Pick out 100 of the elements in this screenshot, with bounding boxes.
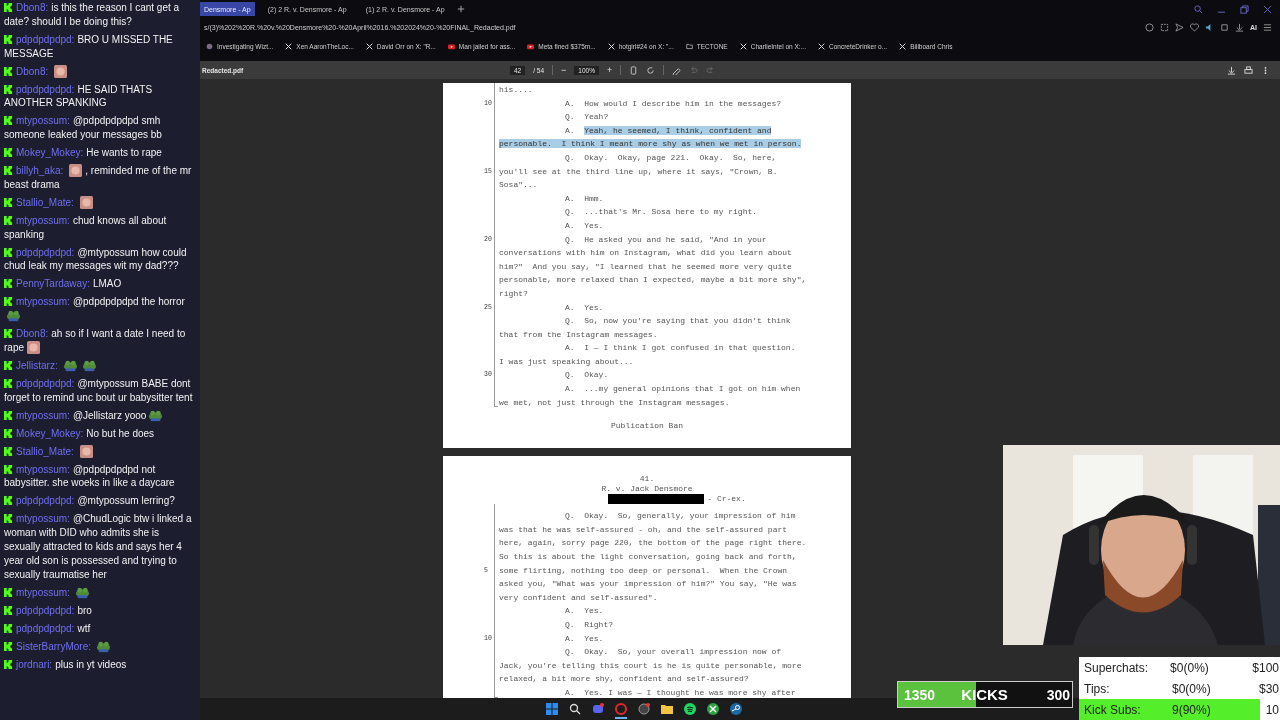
transcript-line: you'll see at the third line up, where it says, "Crown, B. xyxy=(499,166,778,176)
transcript-line: Okay. So, your overall impression now of xyxy=(584,647,782,657)
chat-message: Stallio_Mate: xyxy=(4,445,96,457)
steam-icon[interactable] xyxy=(730,703,742,715)
badge-icon xyxy=(4,279,13,289)
chat-message: Mokey_Mokey: He wants to rape xyxy=(4,147,162,159)
zoom-in-button[interactable]: + xyxy=(606,65,613,75)
heart-icon[interactable] xyxy=(1190,22,1199,32)
chat-message: pdpdpdpdpd: @mtypossum BABE dont forget to remind unc bout ur babysitter tent xyxy=(4,377,193,403)
emote-icon xyxy=(53,64,69,78)
badge-icon xyxy=(4,623,13,633)
chat-message: Stallio_Mate: xyxy=(4,196,96,208)
kicks-count: 1350 xyxy=(904,686,936,703)
x-icon xyxy=(739,42,747,50)
menu-icon[interactable] xyxy=(1263,22,1272,32)
goal-target: $30 xyxy=(1258,681,1279,696)
music-app-icon[interactable] xyxy=(684,703,696,715)
badge-icon xyxy=(4,166,13,176)
transcript-line: Okay. xyxy=(584,370,609,380)
transcript-line: conversations with him on Instagram, what did you learn about xyxy=(499,248,792,258)
transcript-line: So this is about the light conversation, going back and forth, xyxy=(499,552,797,562)
chat-message: mtypossum: @ChudLogic btw i linked a woman with DID who admits she is sexually attracted to kids and says her 4 year old son is possessed and trying to sexually traumatise her xyxy=(4,513,192,580)
new-tab-icon[interactable] xyxy=(456,5,465,13)
speaker-label: A. xyxy=(565,220,575,230)
goal-progress: $0(0%) xyxy=(1170,660,1210,675)
transcript-line: He asked you and he said, "And in your xyxy=(584,234,767,244)
print-icon[interactable] xyxy=(1244,65,1253,75)
speaker-label: Q. xyxy=(565,511,575,521)
chat-message: Dbon8: ah so if I want a date I need to rape xyxy=(4,328,186,353)
chat-message: pdpdpdpdpd: BRO U MISSED THE MESSAGE xyxy=(4,33,173,59)
transcript-line: we met, not just through the Instagram messages. xyxy=(499,397,730,407)
chat-message: Dbon8: xyxy=(4,65,71,77)
speaker-label: Q. xyxy=(565,234,575,244)
speaker-label: A. xyxy=(565,633,575,643)
emote-icon xyxy=(68,164,84,178)
windows-icon[interactable] xyxy=(546,703,558,715)
emote-icon xyxy=(78,195,94,209)
transcript-line: I was just speaking about... xyxy=(499,356,634,366)
search-icon[interactable] xyxy=(569,703,581,715)
kicks-target: 300 xyxy=(1046,686,1070,703)
chat-app-icon[interactable] xyxy=(592,703,604,715)
chat-message: Dbon8: is this the reason I cant get a date? should I be doing this? xyxy=(4,2,180,27)
crop-icon[interactable] xyxy=(1160,22,1169,32)
frog-emote-icon xyxy=(74,585,90,599)
restore-icon[interactable] xyxy=(1240,4,1249,14)
goal-label: Tips: xyxy=(1084,681,1111,696)
close-icon[interactable] xyxy=(1263,4,1272,14)
badge-icon xyxy=(4,410,13,420)
chat-message: pdpdpdpdpd: wtf xyxy=(4,622,91,634)
game-icon[interactable] xyxy=(707,703,719,715)
download-icon[interactable] xyxy=(1235,22,1244,32)
speaker-label: A. xyxy=(565,384,575,394)
transcript-line: ...that's Mr. Sosa here to my right. xyxy=(584,207,758,217)
chat-message: Jellistarz: xyxy=(4,359,99,371)
speaker-label: Q. xyxy=(565,112,575,122)
speaker-label: A. xyxy=(565,302,575,312)
speaker-label: Q. xyxy=(565,316,575,326)
speaker-label: Q. xyxy=(565,152,575,162)
rotate-icon[interactable] xyxy=(646,65,656,75)
badge-icon xyxy=(4,587,13,597)
chat-message: pdpdpdpdpd: HE SAID THATS ANOTHER SPANKING xyxy=(4,83,153,109)
folder-icon[interactable] xyxy=(661,703,673,715)
draw-icon[interactable] xyxy=(672,65,682,75)
page-footer: Publication Ban xyxy=(443,409,851,449)
browser-icon[interactable] xyxy=(615,703,627,715)
chat-message: mtypossum: xyxy=(4,586,92,598)
smiley-icon[interactable] xyxy=(1145,22,1154,32)
folder-icon xyxy=(685,42,693,50)
transcript-line: very confident and self-assured". xyxy=(499,592,658,602)
frog-emote-icon xyxy=(62,358,78,372)
transcript-line: How would I describe him in the messages? xyxy=(584,98,782,108)
zoom-out-button[interactable]: − xyxy=(561,65,567,75)
chat-message: mtypossum: @pdpdpdpdpd the horror xyxy=(4,296,185,322)
chat-message: PennyTardaway: LMAO xyxy=(4,278,122,290)
badge-icon xyxy=(4,116,13,126)
frog-emote-icon xyxy=(6,309,21,323)
transcript-line: Yes. xyxy=(584,220,604,230)
page-header-text: 41. xyxy=(639,474,655,485)
transcript-line: Right? xyxy=(584,620,613,629)
fit-page-icon[interactable] xyxy=(629,65,639,75)
transcript-line: Yes. I was — I thought he was more shy after xyxy=(584,687,796,697)
badge-icon xyxy=(4,84,13,94)
badge-icon xyxy=(4,66,13,76)
speaker-label: Q. xyxy=(565,207,575,217)
transcript-line: Yes. xyxy=(584,302,604,312)
badge-icon xyxy=(4,514,13,524)
transcript-line: here, again, sorry page 220, the bottom of the page right there. xyxy=(499,538,807,548)
x-icon xyxy=(365,42,373,50)
badge-icon xyxy=(4,496,13,506)
chat-message: mtypossum: @pdpdpdpdpd smh someone leaked your messages bb xyxy=(4,115,162,141)
chat-message: mtypossum: @pdpdpdpdpd not babysitter. she woeks in like a daycare xyxy=(4,463,175,489)
transcript-line: ...my general opinions that I got on him when xyxy=(584,384,801,394)
goal-label: Kick Subs: xyxy=(1084,702,1142,717)
app-icon[interactable] xyxy=(638,703,650,715)
send-icon[interactable] xyxy=(1175,22,1184,32)
speaker-label: Q. xyxy=(565,620,575,629)
goal-target: $100 xyxy=(1252,660,1279,675)
transcript-line: Okay. So, generally, your impression of him xyxy=(584,511,796,521)
page-header-text: R. v. Jack Densmore xyxy=(601,484,693,495)
transcript-line: relaxed, a bit more shy, confident and self-assured? xyxy=(499,674,749,684)
